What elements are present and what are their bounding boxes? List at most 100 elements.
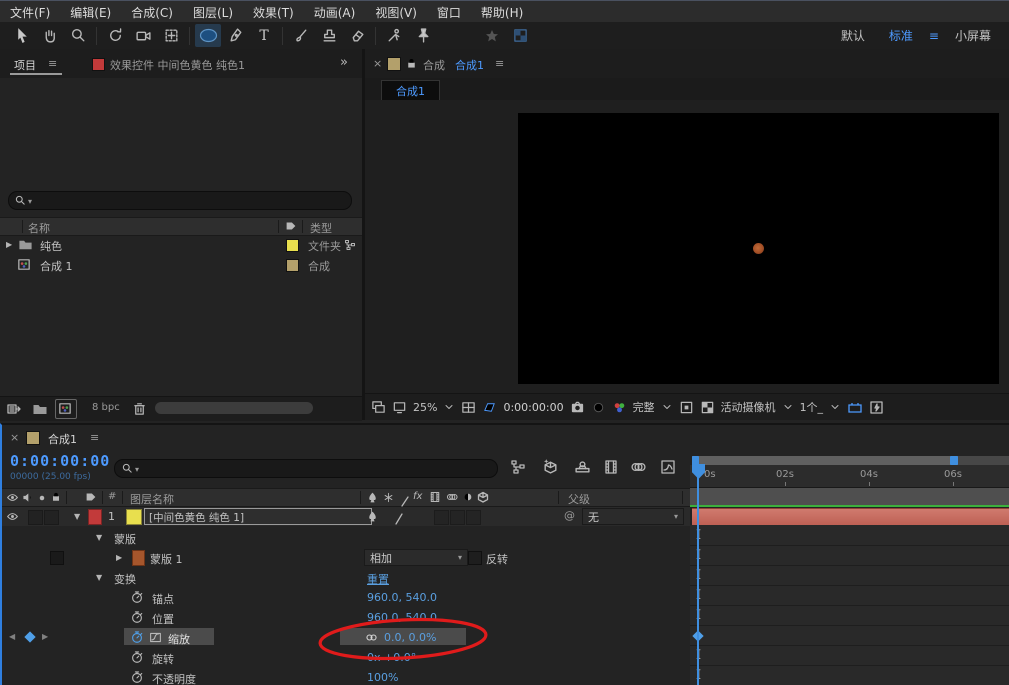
current-timecode[interactable]: 0:00:00:00	[10, 452, 110, 470]
transform-group-row[interactable]: ▼ 变换 重置	[2, 567, 690, 587]
stopwatch-icon[interactable]	[130, 670, 144, 684]
menu-help[interactable]: 帮助(H)	[471, 4, 533, 21]
solo-icon[interactable]	[36, 492, 48, 504]
rotate-tool[interactable]	[102, 24, 128, 47]
parent-dropdown[interactable]: 无 ▾	[582, 508, 684, 525]
motion-blur-switch-icon[interactable]	[445, 491, 458, 503]
zoom-tool[interactable]	[65, 24, 91, 47]
property-label[interactable]: 锚点	[152, 591, 174, 607]
group-expand-triangle-icon[interactable]: ▼	[96, 533, 102, 542]
horizontal-scrollbar[interactable]	[155, 402, 313, 414]
layer-duration-bar[interactable]	[692, 508, 1009, 526]
parent-pickwhip-icon[interactable]: @	[564, 509, 575, 522]
brush-tool[interactable]	[288, 24, 314, 47]
label-tag-icon[interactable]	[84, 490, 98, 504]
pan-behind-tool[interactable]	[158, 24, 184, 47]
viewer-area[interactable]	[365, 100, 1009, 393]
time-ruler[interactable]: 0s 02s 04s 06s	[690, 465, 1009, 488]
view-layout-value[interactable]: 1个_	[800, 399, 824, 415]
property-value[interactable]: 0.0, 0.0%	[384, 631, 436, 644]
bit-depth-button[interactable]: 8 bpc	[92, 402, 120, 413]
transform-reset-link[interactable]: 重置	[367, 571, 389, 587]
property-label[interactable]: 位置	[152, 611, 174, 627]
scale-row[interactable]: ◀ ▶ 缩放 0.0, 0.0%	[2, 627, 690, 647]
previous-keyframe-arrow-icon[interactable]: ◀	[9, 632, 15, 641]
region-of-interest-icon[interactable]	[482, 400, 497, 415]
ellipse-tool[interactable]	[195, 24, 221, 47]
label-column-tag-icon[interactable]	[284, 219, 298, 233]
property-value[interactable]: 960.0, 540.0	[367, 611, 437, 624]
fast-previews-icon[interactable]	[869, 400, 884, 415]
constrain-proportions-chain-icon[interactable]	[364, 631, 379, 644]
camera-chevron-icon[interactable]	[782, 401, 794, 413]
draft-switch-icon[interactable]	[400, 492, 410, 503]
magnification-value[interactable]: 25%	[413, 401, 437, 414]
tab-effect-controls[interactable]: 效果控件 中间色黄色 纯色1	[110, 57, 245, 73]
close-icon[interactable]: ×	[373, 57, 382, 70]
layer-quality-icon[interactable]	[366, 510, 379, 523]
layer-visibility-eye-icon[interactable]	[6, 510, 19, 523]
video-eye-icon[interactable]	[6, 491, 19, 504]
hand-tool[interactable]	[37, 24, 63, 47]
timeline-search-input[interactable]: ▾	[114, 459, 498, 478]
frame-blend-switch-icon[interactable]	[429, 491, 441, 503]
stopwatch-active-icon[interactable]	[130, 630, 144, 644]
trash-icon[interactable]	[132, 401, 147, 416]
audio-toggle-cell[interactable]	[28, 510, 43, 525]
opacity-row[interactable]: 不透明度 100%	[2, 667, 690, 685]
add-keyframe-diamond-icon[interactable]	[24, 631, 35, 642]
work-area-bar[interactable]	[692, 456, 1009, 465]
new-folder-icon[interactable]	[32, 401, 48, 417]
adjustment-layer-switch-icon[interactable]	[462, 491, 474, 503]
mask-invert-checkbox[interactable]	[468, 551, 482, 565]
workspace-default[interactable]: 默认	[829, 27, 877, 44]
timeline-panel-menu-icon[interactable]: ≡	[90, 431, 99, 444]
column-type[interactable]: 类型	[310, 220, 332, 236]
anchor-point-row[interactable]: 锚点 960.0, 540.0	[2, 587, 690, 607]
clone-stamp-tool[interactable]	[316, 24, 342, 47]
menu-effect[interactable]: 效果(T)	[243, 4, 304, 21]
collapse-switch-icon[interactable]	[383, 492, 394, 503]
menu-layer[interactable]: 图层(L)	[183, 4, 243, 21]
transparency-grid-icon[interactable]	[507, 24, 533, 47]
layer-expand-triangle-icon[interactable]: ▼	[74, 512, 80, 521]
column-layer-name[interactable]: 图层名称	[130, 491, 174, 507]
scaled-solid-dot[interactable]	[753, 243, 764, 254]
project-panel-menu-icon[interactable]: ≡	[48, 57, 57, 70]
menu-composition[interactable]: 合成(C)	[121, 4, 183, 21]
stopwatch-icon[interactable]	[130, 650, 144, 664]
item-name[interactable]: 合成 1	[40, 258, 73, 274]
show-snapshot-icon[interactable]	[591, 400, 606, 415]
mask-color-chip[interactable]	[132, 550, 145, 566]
composition-canvas[interactable]	[518, 113, 999, 384]
workspace-small-screen[interactable]: 小屏幕	[943, 27, 1003, 44]
mini-flowchart-icon[interactable]	[510, 459, 526, 475]
eraser-tool[interactable]	[344, 24, 370, 47]
expand-triangle-icon[interactable]: ▶	[6, 240, 12, 249]
stopwatch-icon[interactable]	[130, 610, 144, 624]
selection-tool[interactable]	[9, 24, 35, 47]
pen-tool[interactable]	[223, 24, 249, 47]
menu-animation[interactable]: 动画(A)	[304, 4, 366, 21]
menu-view[interactable]: 视图(V)	[365, 4, 427, 21]
timeline-tab-label[interactable]: 合成1	[48, 431, 77, 447]
draft-3d-icon[interactable]	[542, 458, 559, 475]
effects-fx-icon[interactable]: fx	[413, 491, 422, 502]
always-preview-icon[interactable]	[371, 400, 386, 415]
motion-blur-icon[interactable]	[629, 459, 646, 475]
mask-expand-triangle-icon[interactable]: ▶	[116, 553, 122, 562]
menu-window[interactable]: 窗口	[427, 4, 471, 21]
viewer-tab-comp1[interactable]: 合成1	[381, 80, 440, 102]
frame-blending-icon[interactable]	[603, 459, 619, 475]
layer-label-chip[interactable]	[88, 509, 102, 525]
group-label[interactable]: 蒙版	[114, 531, 136, 547]
label-color-chip[interactable]	[286, 239, 299, 252]
column-number[interactable]: #	[108, 491, 116, 502]
lock-icon[interactable]	[50, 491, 62, 503]
column-name[interactable]: 名称	[28, 220, 50, 236]
mask-visibility-cell[interactable]	[50, 551, 64, 565]
project-row-solids[interactable]: ▶ 纯色 文件夹	[0, 235, 362, 254]
quality-switch-icon[interactable]	[366, 491, 379, 504]
next-keyframe-arrow-icon[interactable]: ▶	[42, 632, 48, 641]
item-name[interactable]: 纯色	[40, 238, 62, 254]
